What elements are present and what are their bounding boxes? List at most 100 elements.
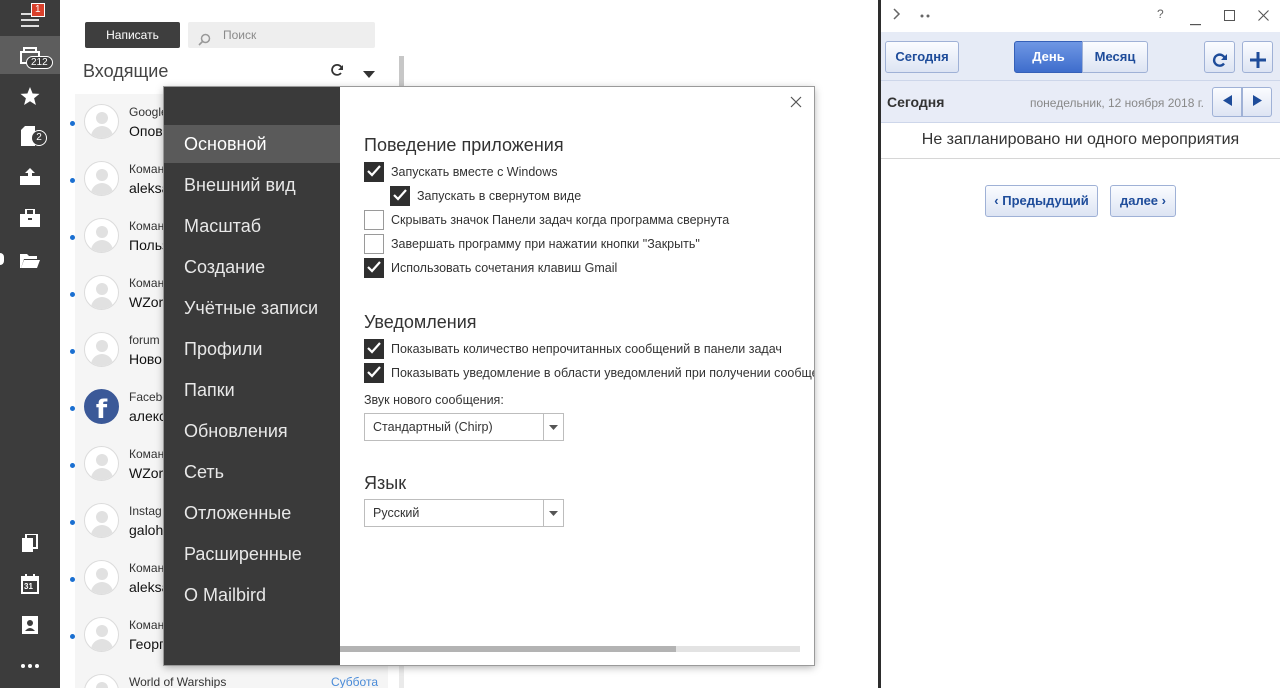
contacts-icon [22, 616, 38, 634]
avatar [84, 503, 119, 538]
section-title-app-behavior: Поведение приложения [364, 135, 564, 155]
archive-button[interactable] [0, 198, 60, 238]
horizontal-scrollbar-thumb[interactable] [340, 646, 676, 652]
inbox-count-badge: 212 [26, 56, 53, 69]
menu-button[interactable]: 1 [0, 0, 60, 40]
checkbox[interactable] [364, 339, 384, 359]
refresh-button[interactable] [1204, 41, 1235, 73]
message-subject: WZor [129, 465, 164, 481]
contacts-button[interactable] [0, 605, 60, 645]
settings-dialog: Основной Внешний вид Масштаб Создание Учётны… [164, 87, 814, 665]
checkbox[interactable] [364, 210, 384, 230]
sender-name: Коман [129, 276, 165, 290]
language-select-value: Русский [373, 506, 420, 520]
previous-day-button[interactable] [1212, 87, 1242, 117]
month-view-button[interactable]: Месяц [1082, 41, 1148, 73]
inbox-button[interactable]: 212 [0, 36, 60, 74]
checkbox[interactable] [364, 234, 384, 254]
dropdown-arrow-icon [543, 500, 563, 526]
sent-button[interactable] [0, 157, 60, 197]
unread-dot [70, 520, 75, 525]
settings-nav-item[interactable]: Основной [164, 125, 340, 163]
section-title-language: Язык [364, 473, 407, 493]
date-bar: Сегодня понедельник, 12 ноября 2018 г. [881, 80, 1280, 123]
drafts-button[interactable]: 2 [0, 116, 60, 156]
chevron-down-icon[interactable] [363, 66, 375, 84]
minimize-icon[interactable] [1190, 14, 1201, 29]
add-event-button[interactable] [1242, 41, 1273, 73]
settings-nav-item[interactable]: Обновления [164, 412, 340, 450]
triangle-left-icon [1222, 93, 1232, 111]
day-view-button[interactable]: День [1014, 41, 1083, 73]
settings-nav-item[interactable]: Создание [164, 248, 340, 286]
settings-nav-item[interactable]: Папки [164, 371, 340, 409]
close-icon[interactable] [1258, 9, 1269, 24]
search-placeholder: Поиск [223, 28, 257, 42]
help-icon[interactable]: ? [1157, 7, 1164, 21]
compose-button[interactable]: Написать [85, 22, 180, 48]
calendar-icon: 31 [21, 574, 39, 594]
settings-nav-item[interactable]: Масштаб [164, 207, 340, 245]
unread-dot [70, 235, 75, 240]
sound-select[interactable]: Стандартный (Chirp) [364, 413, 564, 441]
facebook-logo-icon: f [84, 389, 119, 424]
settings-nav-item[interactable]: Профили [164, 330, 340, 368]
next-day-button[interactable] [1242, 87, 1272, 117]
next-page-button[interactable]: далее › [1110, 185, 1176, 217]
list-item[interactable]: World of Warships Суббота [75, 664, 388, 688]
message-subject: Опов [129, 123, 163, 139]
sender-name: Instag [129, 504, 162, 518]
search-input[interactable]: Поиск [188, 22, 375, 48]
checkbox-label[interactable]: Скрывать значок Панели задач когда прогр… [391, 213, 729, 227]
avatar [84, 446, 119, 481]
message-subject: алекс [129, 408, 167, 424]
checkbox-label[interactable]: Использовать сочетания клавиш Gmail [391, 261, 617, 275]
checkbox-label[interactable]: Запускать вместе с Windows [391, 165, 558, 179]
sender-name: Коман [129, 447, 165, 461]
maximize-icon[interactable] [1224, 9, 1235, 24]
app-window: 1 212 2 31 Написать Поиск Входящие Googl… [0, 0, 1280, 688]
calendar-button[interactable]: 31 [0, 564, 60, 604]
checkbox[interactable] [364, 363, 384, 383]
message-subject: WZor [129, 294, 164, 310]
calendar-pane: ? Сегодня День Месяц Сегодня понедельник… [881, 0, 1280, 688]
folder-title: Входящие [83, 61, 169, 81]
message-date: Суббота [331, 675, 378, 688]
settings-nav-item[interactable]: Отложенные [164, 494, 340, 532]
icon-rail: 1 212 2 31 [0, 0, 60, 688]
date-heading: Сегодня [887, 94, 945, 110]
dropdown-arrow-icon [543, 414, 563, 440]
checkbox[interactable] [364, 162, 384, 182]
drag-dots-icon[interactable] [920, 6, 930, 21]
avatar [84, 674, 119, 688]
settings-nav-item[interactable]: О Mailbird [164, 576, 340, 614]
avatar [84, 161, 119, 196]
checkbox-label[interactable]: Показывать количество непрочитанных сооб… [391, 342, 782, 356]
refresh-icon[interactable] [330, 63, 344, 82]
section-title-notifications: Уведомления [364, 312, 477, 332]
calendar-day-number: 31 [24, 582, 33, 591]
checkbox[interactable] [364, 258, 384, 278]
sender-name: Коман [129, 618, 165, 632]
previous-page-button[interactable]: ‹ Предыдущий [985, 185, 1098, 217]
checkbox[interactable] [390, 186, 410, 206]
more-button[interactable] [0, 646, 60, 686]
apps-button[interactable] [0, 523, 60, 563]
settings-nav-item[interactable]: Учётные записи [164, 289, 340, 327]
chevron-right-icon[interactable] [893, 8, 901, 23]
settings-nav: Основной Внешний вид Масштаб Создание Учётны… [164, 87, 340, 665]
unread-dot [70, 463, 75, 468]
folders-button[interactable] [0, 241, 60, 281]
checkbox-label[interactable]: Завершать программу при нажатии кнопки "… [391, 237, 700, 251]
settings-nav-item[interactable]: Сеть [164, 453, 340, 491]
checkbox-label[interactable]: Показывать уведомление в области уведомл… [391, 366, 814, 380]
sender-name: World of Warships [129, 675, 227, 688]
checkbox-label[interactable]: Запускать в свернутом виде [417, 189, 581, 203]
settings-nav-item[interactable]: Расширенные [164, 535, 340, 573]
starred-button[interactable] [0, 76, 60, 116]
language-select[interactable]: Русский [364, 499, 564, 527]
folder-open-icon [20, 253, 40, 269]
settings-content: Поведение приложения Запускать вместе с … [340, 87, 814, 665]
today-button[interactable]: Сегодня [885, 41, 959, 73]
settings-nav-item[interactable]: Внешний вид [164, 166, 340, 204]
